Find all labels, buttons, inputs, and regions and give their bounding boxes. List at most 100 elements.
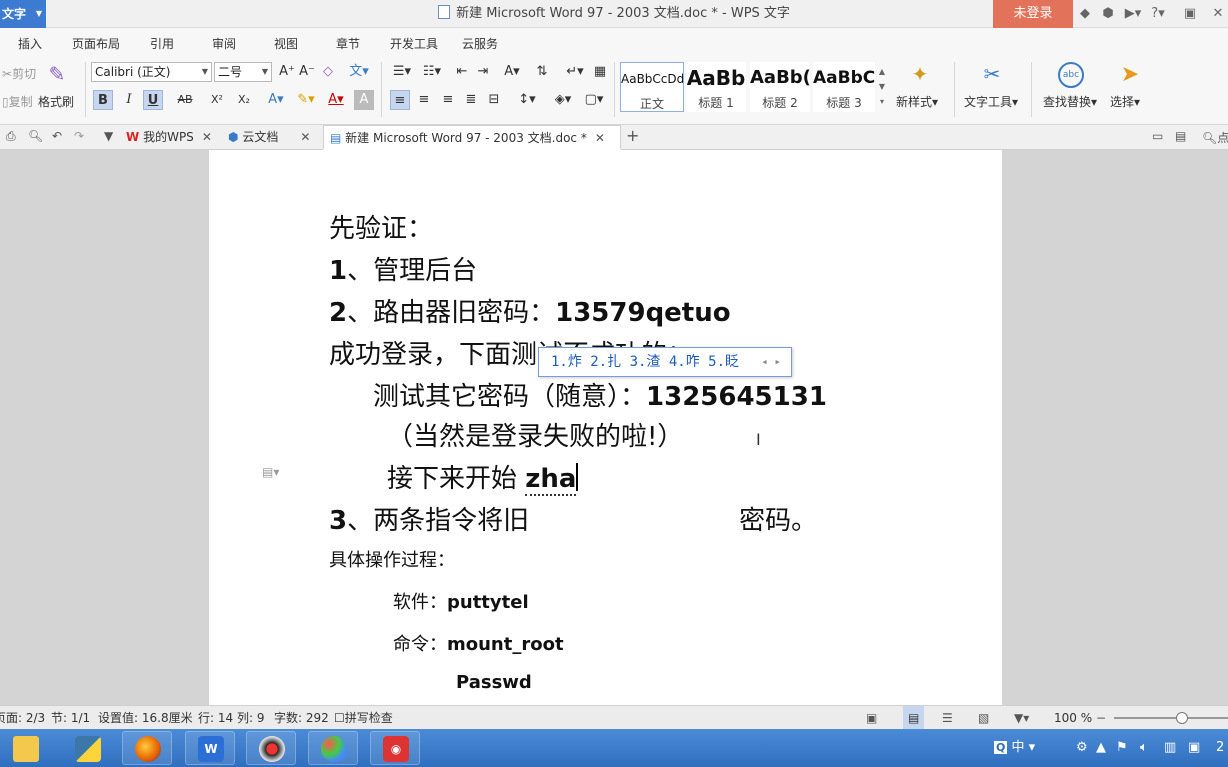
new-tab-icon[interactable]: + bbox=[626, 126, 642, 145]
menu-insert[interactable]: 插入 bbox=[18, 28, 42, 57]
find-replace-button[interactable]: 查找替换▾ bbox=[1043, 93, 1097, 110]
quick-access-dropdown-icon[interactable]: ▼ bbox=[104, 129, 120, 143]
status-word-count[interactable]: 字数: 292 bbox=[274, 706, 329, 730]
bold-button[interactable]: B bbox=[93, 90, 113, 110]
spell-check-toggle[interactable]: ☐拼写检查 bbox=[334, 706, 393, 730]
zoom-level[interactable]: 100 % bbox=[1054, 706, 1092, 730]
menu-developer[interactable]: 开发工具 bbox=[390, 28, 438, 57]
decrease-indent-icon[interactable]: ⇤ bbox=[452, 62, 472, 82]
tray-settings-icon[interactable]: ⚙ bbox=[1076, 729, 1088, 767]
ime-candidate-popup[interactable]: 1.炸 2.扎 3.渣 4.咋 5.眨 ◂ ▸ bbox=[538, 347, 792, 377]
justify-icon[interactable]: ≣ bbox=[461, 90, 481, 110]
menu-view[interactable]: 视图 bbox=[274, 28, 298, 57]
italic-button[interactable]: I bbox=[119, 90, 139, 110]
copy-button[interactable]: ▯复制 bbox=[2, 93, 33, 110]
search-icon[interactable]: 🔍︎点 bbox=[1202, 129, 1228, 146]
line-spacing-icon[interactable]: ↕▾ bbox=[512, 90, 542, 110]
table-grid-icon[interactable]: ▦ bbox=[590, 62, 610, 82]
tab-list-icon[interactable]: ▤ bbox=[1175, 129, 1191, 143]
shading-icon[interactable]: ◈▾ bbox=[548, 90, 578, 110]
tray-expand-icon[interactable]: ▲ bbox=[1096, 729, 1106, 767]
skin-icon[interactable]: ◆ bbox=[1077, 6, 1093, 22]
chinese-layout-icon[interactable]: A▾ bbox=[498, 62, 526, 82]
align-right-icon[interactable]: ≡ bbox=[438, 90, 458, 110]
taskbar-netease-music[interactable]: ◉ bbox=[370, 731, 420, 765]
volume-icon[interactable]: 🔈︎ bbox=[1140, 729, 1148, 767]
restore-icon[interactable]: ▣ bbox=[1182, 6, 1198, 22]
taskbar-python[interactable] bbox=[62, 731, 112, 765]
superscript-button[interactable]: X² bbox=[205, 90, 229, 110]
tab-my-wps[interactable]: W 我的WPS ✕ bbox=[126, 125, 222, 150]
login-button[interactable]: 未登录 bbox=[993, 0, 1073, 28]
clear-format-icon[interactable]: ◇ bbox=[318, 62, 338, 82]
distribute-icon[interactable]: ⊟ bbox=[484, 90, 504, 110]
action-center-icon[interactable]: ⚑ bbox=[1116, 729, 1128, 767]
page-view-icon[interactable]: ▤ bbox=[903, 706, 925, 730]
font-size-select[interactable]: 二号 ▼ bbox=[214, 62, 272, 82]
undo-icon[interactable]: ↶ bbox=[52, 129, 68, 143]
pinyin-icon[interactable]: 文▾ bbox=[344, 62, 374, 82]
redo-icon[interactable]: ↷ bbox=[74, 129, 90, 143]
document-page[interactable]: ▁▁▁▁▁▁▁▁▁▁▁▁▁▁▁ 先验证： 1、管理后台 2、路由器旧密码：135… bbox=[209, 150, 1002, 705]
web-view-icon[interactable]: ▧ bbox=[978, 706, 989, 730]
ime-page-arrows-icon[interactable]: ◂ ▸ bbox=[761, 348, 781, 376]
format-painter-button[interactable]: 格式刷 bbox=[38, 93, 74, 110]
font-color-icon[interactable]: A▾ bbox=[322, 90, 350, 110]
help-button[interactable]: ?▾ bbox=[1148, 6, 1168, 22]
network-icon[interactable]: ▥ bbox=[1164, 729, 1176, 767]
taskbar-file-explorer[interactable] bbox=[0, 731, 50, 765]
ime-indicator[interactable]: Q 中 ▾ bbox=[994, 729, 1035, 767]
text-effect-icon[interactable]: A▾ bbox=[262, 90, 290, 110]
highlight-icon[interactable]: ✎▾ bbox=[292, 90, 320, 110]
align-left-button[interactable]: ≡ bbox=[390, 90, 410, 110]
app-menu-button[interactable]: 文字 ▼ bbox=[0, 0, 46, 28]
sort-icon[interactable]: ⇅ bbox=[532, 62, 552, 82]
close-icon[interactable]: ✕ bbox=[1210, 6, 1226, 22]
cut-button[interactable]: ✂剪切 bbox=[2, 65, 36, 82]
fullscreen-view-icon[interactable]: ▣ bbox=[866, 706, 877, 730]
close-icon[interactable]: ✕ bbox=[300, 130, 310, 144]
underline-button[interactable]: U bbox=[143, 90, 163, 110]
taskbar-wps-writer[interactable]: W bbox=[185, 731, 235, 765]
print-preview-icon[interactable]: 🔍︎ bbox=[28, 129, 44, 143]
status-page[interactable]: 页面: 2/3 bbox=[0, 706, 45, 730]
style-scroll-icon[interactable]: ▲ ▼ ▾ bbox=[876, 64, 888, 110]
menu-chapter[interactable]: 章节 bbox=[336, 28, 360, 57]
menu-review[interactable]: 审阅 bbox=[212, 28, 236, 57]
menu-references[interactable]: 引用 bbox=[150, 28, 174, 57]
menu-cloud[interactable]: 云服务 bbox=[462, 28, 498, 57]
tab-cloud-docs[interactable]: ⬢ 云文档 ✕ bbox=[228, 125, 320, 150]
subscript-button[interactable]: X₂ bbox=[232, 90, 256, 110]
style-heading-3[interactable]: AaBbC 标题 3 bbox=[813, 62, 875, 112]
style-heading-1[interactable]: AaBb 标题 1 bbox=[686, 62, 746, 112]
paragraph-handle-icon[interactable]: ▤▾ bbox=[262, 465, 288, 479]
style-heading-2[interactable]: AaBb(标题 2 bbox=[750, 62, 810, 112]
show-marks-icon[interactable]: ↵▾ bbox=[562, 62, 588, 82]
taskbar-recorder[interactable] bbox=[246, 731, 296, 765]
font-name-select[interactable]: Calibri (正文) ▼ bbox=[91, 62, 212, 82]
zoom-out-icon[interactable]: − bbox=[1096, 706, 1106, 730]
strikethrough-button[interactable]: AB bbox=[173, 90, 197, 110]
bullet-list-icon[interactable]: ☰▾ bbox=[388, 62, 416, 82]
print-icon[interactable]: ⎙ bbox=[6, 129, 22, 144]
border-icon[interactable]: ▢▾ bbox=[580, 90, 608, 110]
notification-icon[interactable]: ▣ bbox=[1188, 729, 1200, 767]
menu-page-layout[interactable]: 页面布局 bbox=[72, 28, 120, 57]
taskbar-paint[interactable] bbox=[308, 731, 358, 765]
clock[interactable]: 2 bbox=[1216, 729, 1228, 767]
close-icon[interactable]: ✕ bbox=[202, 130, 212, 144]
minimize-panel-icon[interactable]: ▭ bbox=[1152, 129, 1168, 143]
numbered-list-icon[interactable]: ☷▾ bbox=[418, 62, 446, 82]
tab-current-document[interactable]: ▤ 新建 Microsoft Word 97 - 2003 文档.doc * ✕ bbox=[323, 125, 621, 150]
style-normal[interactable]: AaBbCcDd 正文 bbox=[620, 62, 684, 112]
align-center-icon[interactable]: ≡ bbox=[414, 90, 434, 110]
settings-icon[interactable]: ⬢ bbox=[1100, 6, 1116, 22]
eye-protect-icon[interactable]: ▼▾ bbox=[1014, 706, 1029, 730]
taskbar-firefox[interactable] bbox=[122, 731, 172, 765]
char-shading-icon[interactable]: A bbox=[354, 90, 374, 110]
select-button[interactable]: 选择▾ bbox=[1110, 93, 1140, 110]
close-icon[interactable]: ✕ bbox=[595, 131, 605, 145]
format-painter-icon[interactable]: ✎ bbox=[44, 62, 70, 86]
zoom-slider[interactable] bbox=[1114, 712, 1228, 724]
new-style-button[interactable]: 新样式▾ bbox=[896, 93, 938, 110]
